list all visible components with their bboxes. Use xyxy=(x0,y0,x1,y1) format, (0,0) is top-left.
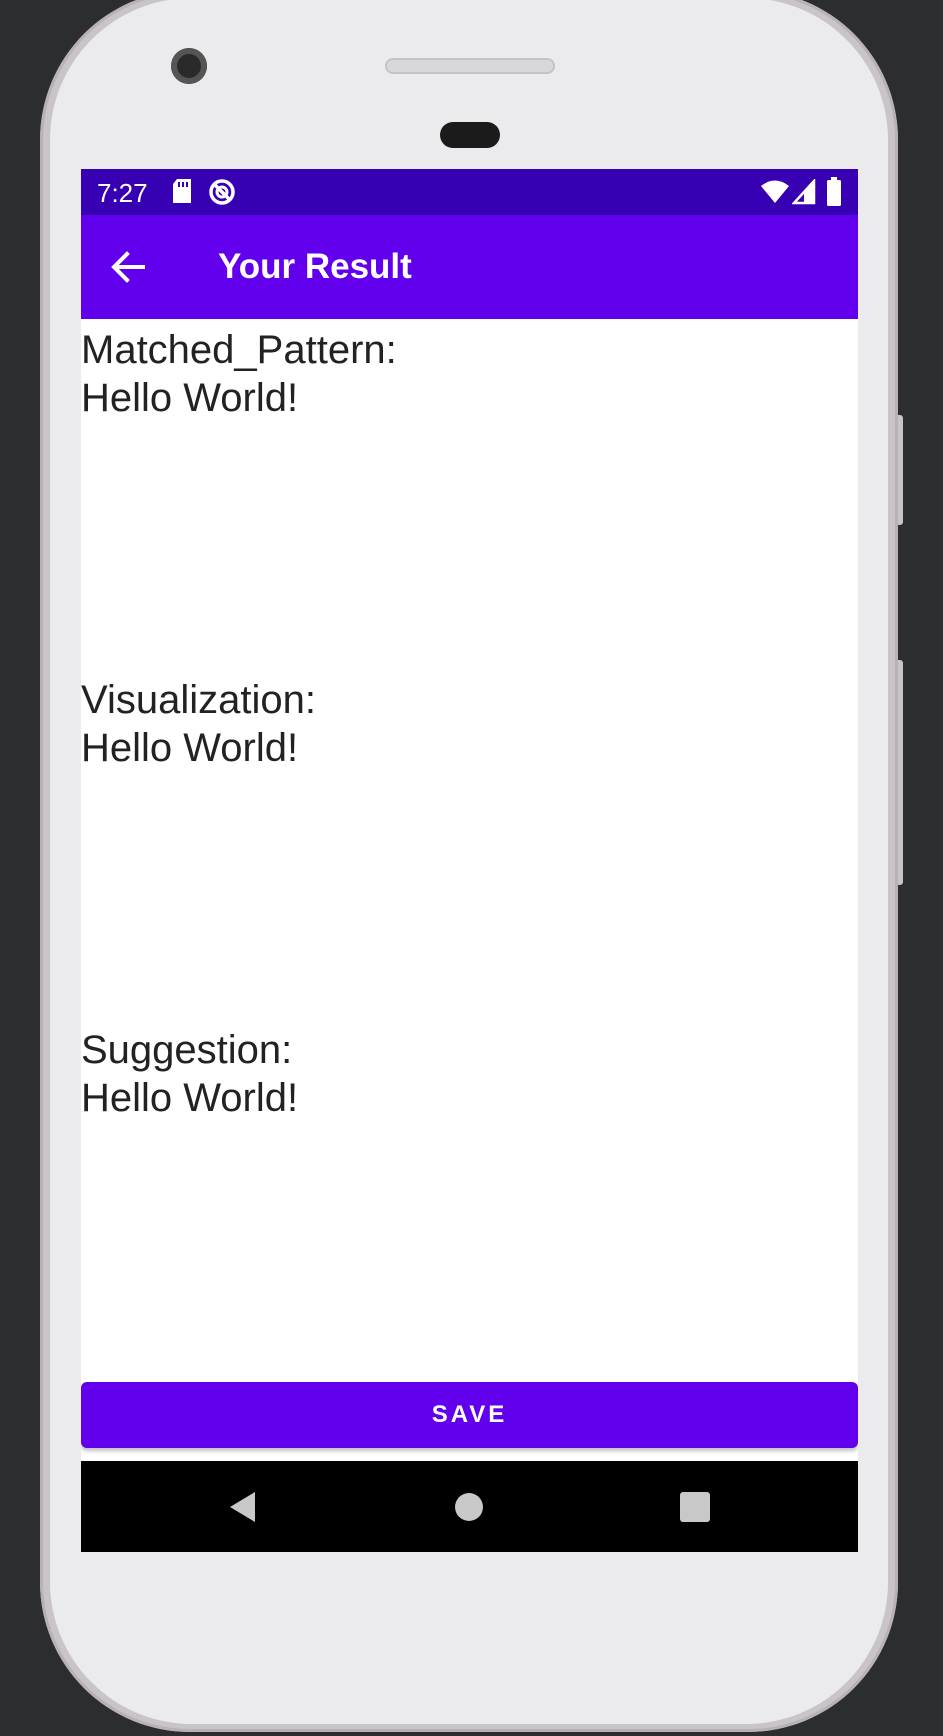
section-label: Matched_Pattern: xyxy=(81,328,397,372)
circle-home-icon xyxy=(455,1493,483,1521)
app-screen: 7:27 Your Result Matched_Pattern: Hello … xyxy=(81,169,858,1552)
page-title: Your Result xyxy=(218,247,412,286)
app-bar: Your Result xyxy=(81,215,858,319)
section-label: Suggestion: xyxy=(81,1028,293,1072)
section-value: Hello World! xyxy=(81,726,299,770)
nav-recents-button[interactable] xyxy=(677,1489,713,1525)
nav-home-button[interactable] xyxy=(451,1489,487,1525)
system-nav-bar xyxy=(81,1461,858,1552)
section-value: Hello World! xyxy=(81,376,299,420)
sd-card-icon xyxy=(171,178,193,209)
proximity-sensor xyxy=(440,122,500,148)
section-label: Visualization: xyxy=(81,678,316,722)
status-bar: 7:27 xyxy=(81,169,858,215)
earpiece-speaker xyxy=(385,58,555,74)
no-disturb-icon xyxy=(208,178,236,211)
signal-icon xyxy=(791,177,816,210)
triangle-back-icon xyxy=(230,1492,255,1522)
status-time: 7:27 xyxy=(97,178,148,208)
arrow-left-icon xyxy=(111,251,145,283)
matched-pattern-section: Matched_Pattern: Hello World! xyxy=(81,326,397,422)
device-frame: 7:27 Your Result Matched_Pattern: Hello … xyxy=(0,0,943,1736)
back-button[interactable] xyxy=(103,241,155,293)
square-recents-icon xyxy=(680,1492,710,1522)
wifi-icon xyxy=(760,179,790,210)
section-value: Hello World! xyxy=(81,1076,299,1120)
nav-back-button[interactable] xyxy=(225,1489,261,1525)
suggestion-section: Suggestion: Hello World! xyxy=(81,1026,298,1122)
visualization-section: Visualization: Hello World! xyxy=(81,676,316,772)
battery-icon xyxy=(826,177,842,212)
front-camera xyxy=(171,48,207,84)
save-button[interactable]: SAVE xyxy=(81,1382,858,1448)
